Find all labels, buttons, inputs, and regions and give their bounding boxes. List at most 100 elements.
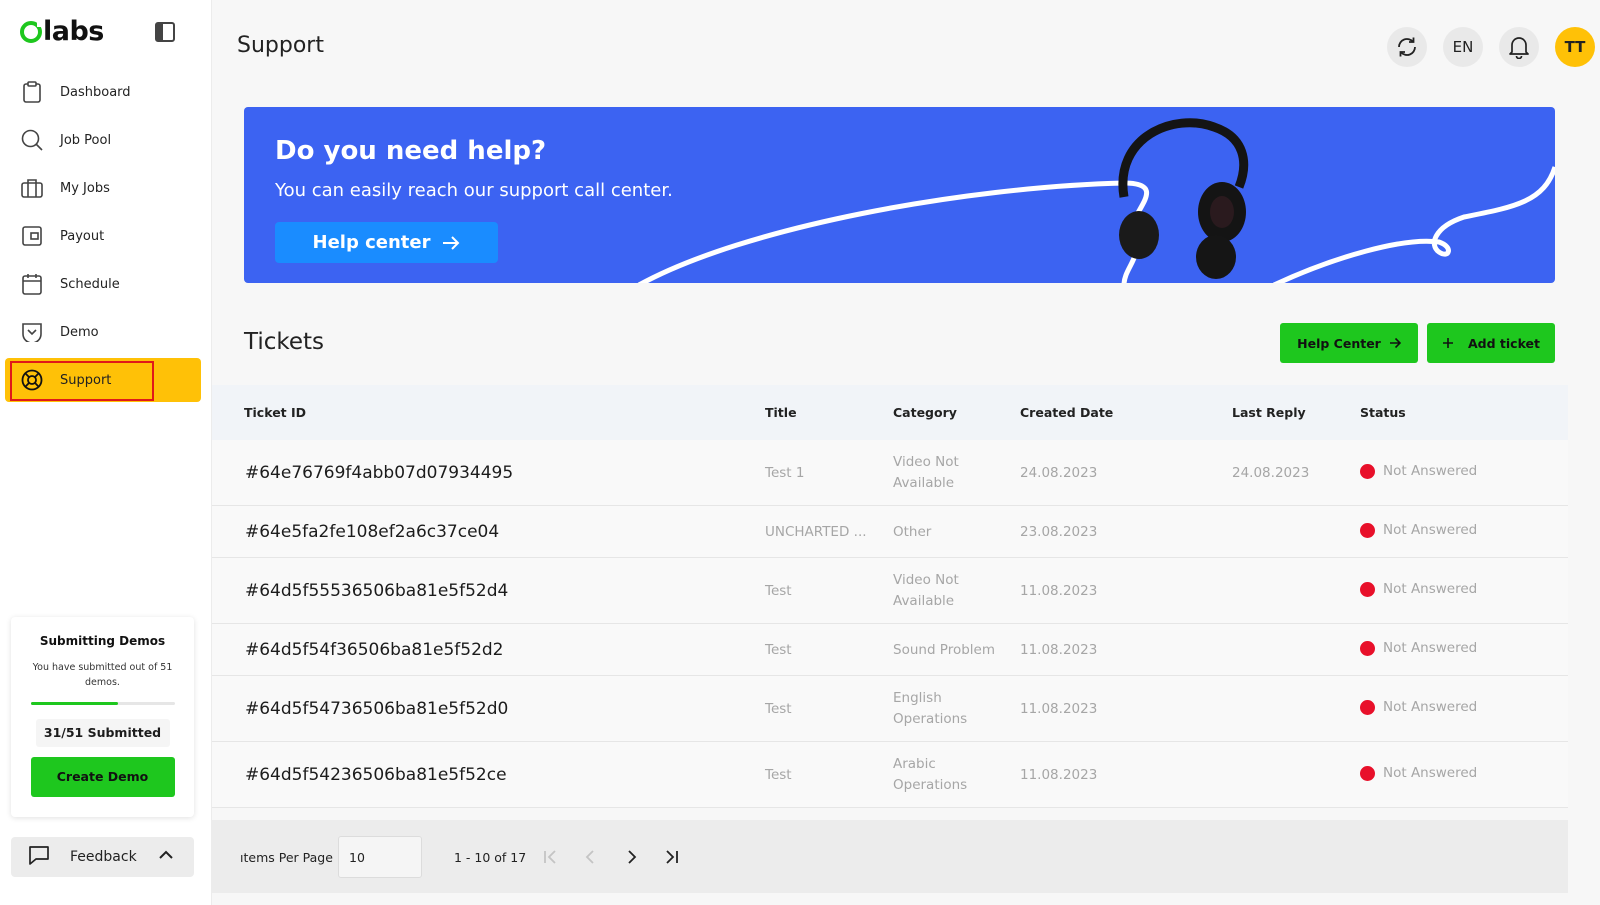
feedback-button[interactable]: Feedback [11, 837, 194, 877]
previous-page-icon[interactable] [580, 846, 602, 868]
ticket-id: #64d5f54f36506ba81e5f52d2 [245, 640, 504, 660]
sidebar-item-label: Job Pool [60, 132, 112, 148]
add-ticket-label: Add ticket [1467, 335, 1541, 351]
status-badge: Not Answered [1360, 640, 1477, 656]
calendar-icon [21, 273, 43, 295]
sidebar-item-label: Schedule [60, 276, 120, 292]
avatar[interactable]: TT [1555, 27, 1595, 67]
ticket-title: Test [765, 700, 792, 717]
chat-icon [28, 845, 50, 869]
support-banner: Do you need help? You can easily reach o… [244, 107, 1555, 283]
status-dot-icon [1360, 463, 1375, 479]
sidebar-item-label: Dashboard [60, 84, 131, 100]
ticket-created-date: 23.08.2023 [1020, 523, 1098, 540]
logo-mark-icon [20, 20, 43, 43]
sidebar-item-dashboard[interactable]: Dashboard [5, 70, 201, 114]
sidebar-item-label: My Jobs [60, 180, 110, 196]
table-row[interactable]: #64d5f54f36506ba81e5f52d2 Test Sound Probl… [212, 624, 1568, 676]
table-row[interactable]: #64e5fa2fe108ef2a6c37ce04 UNCHARTED ... Ot… [212, 506, 1568, 558]
status-badge: Not Answered [1360, 699, 1477, 715]
tickets-title: Tickets [244, 329, 325, 355]
items-per-page-select[interactable]: 10 [338, 836, 422, 878]
sidebar-item-my-jobs[interactable]: My Jobs [5, 166, 201, 210]
sidebar-nav: Dashboard Job Pool My Jobs Payout Schedu… [5, 70, 201, 406]
submitted-count: 31/51 Submitted [35, 719, 170, 747]
items-per-page-label: ıtems Per Page [240, 850, 333, 865]
briefcase-icon [21, 177, 43, 199]
ticket-category: Arabic Operations [893, 754, 967, 796]
status-label: Not Answered [1383, 581, 1478, 597]
column-status[interactable]: Status [1360, 405, 1406, 420]
banner-heading: Do you need help? [275, 136, 547, 166]
arrow-right-icon [443, 235, 460, 250]
chevron-up-icon [158, 849, 174, 865]
status-dot-icon [1360, 581, 1375, 597]
table-row[interactable]: #64d5f54236506ba81e5f52ce Test Arabic Opera… [212, 742, 1568, 808]
demo-progress-bar [30, 702, 175, 705]
brand-logo[interactable]: labs [20, 16, 104, 47]
demo-card-description: You have submitted out of 51 demos. [32, 662, 173, 688]
ticket-category: Sound Problem [893, 640, 995, 661]
brand-name: labs [43, 16, 104, 47]
inbox-icon [21, 321, 43, 343]
table-body: #64e76769f4abb07d07934495 Test 1 Video Not… [212, 440, 1568, 808]
ticket-category-line: Operations [893, 777, 968, 793]
column-last-reply[interactable]: Last Reply [1232, 405, 1306, 420]
wallet-icon [21, 225, 43, 247]
help-center-button[interactable]: Help Center [1280, 323, 1418, 363]
sidebar-toggle-icon[interactable] [155, 22, 175, 42]
refresh-button[interactable] [1387, 27, 1427, 67]
table-row[interactable]: #64d5f55536506ba81e5f52d4 Test Video Not Av… [212, 558, 1568, 624]
clipboard-icon [21, 81, 43, 103]
sidebar-item-schedule[interactable]: Schedule [5, 262, 201, 306]
status-label: Not Answered [1383, 522, 1478, 538]
sidebar-item-payout[interactable]: Payout [5, 214, 201, 258]
ticket-created-date: 11.08.2023 [1020, 582, 1098, 599]
search-icon [21, 129, 43, 151]
status-label: Not Answered [1383, 463, 1478, 479]
arrow-right-icon [1389, 337, 1401, 349]
column-category[interactable]: Category [893, 405, 957, 420]
ticket-title: Test 1 [765, 464, 805, 481]
notifications-button[interactable] [1499, 27, 1539, 67]
sidebar: labs Dashboard Job Pool My Jobs Payout S… [0, 0, 212, 905]
headphones-icon [1118, 118, 1249, 279]
banner-text: You can easily reach our support call ce… [275, 180, 673, 201]
ticket-category-line: Available [893, 475, 955, 491]
banner-help-center-button[interactable]: Help center [275, 222, 498, 263]
sidebar-item-job-pool[interactable]: Job Pool [5, 118, 201, 162]
column-title[interactable]: Title [765, 405, 797, 420]
column-created-date[interactable]: Created Date [1020, 405, 1113, 420]
column-ticket-id[interactable]: Ticket ID [244, 405, 306, 420]
bell-icon [1509, 37, 1529, 59]
add-ticket-button[interactable]: Add ticket [1427, 323, 1555, 363]
table-row[interactable]: #64d5f54736506ba81e5f52d0 Test English Oper… [212, 676, 1568, 742]
last-page-icon[interactable] [660, 846, 682, 868]
refresh-icon [1398, 37, 1416, 57]
sidebar-item-support[interactable]: Support [5, 358, 201, 402]
ticket-category-line: Video Not [893, 454, 959, 470]
help-center-label: Help Center [1297, 335, 1381, 351]
tickets-table: Ticket ID Title Category Created Date La… [212, 385, 1568, 808]
ticket-id: #64d5f54736506ba81e5f52d0 [245, 699, 509, 719]
ticket-id: #64e76769f4abb07d07934495 [245, 463, 514, 483]
page-range: 1 - 10 of 17 [454, 850, 527, 865]
ticket-created-date: 24.08.2023 [1020, 464, 1098, 481]
table-row[interactable]: #64e76769f4abb07d07934495 Test 1 Video Not… [212, 440, 1568, 506]
ticket-category: Other [893, 522, 931, 543]
status-dot-icon [1360, 640, 1375, 656]
sidebar-item-demo[interactable]: Demo [5, 310, 201, 354]
ticket-last-reply: 24.08.2023 [1232, 464, 1310, 481]
ticket-category-line: Video Not [893, 572, 959, 588]
pagination-bar: ıtems Per Page 10 1 - 10 of 17 [212, 820, 1568, 893]
first-page-icon[interactable] [540, 846, 562, 868]
ticket-created-date: 11.08.2023 [1020, 700, 1098, 717]
ticket-category-line: Arabic [893, 756, 936, 772]
ticket-category: English Operations [893, 688, 967, 730]
status-label: Not Answered [1383, 640, 1478, 656]
create-demo-button[interactable]: Create Demo [30, 757, 175, 797]
next-page-icon[interactable] [620, 846, 642, 868]
page-title: Support [237, 33, 324, 58]
banner-help-center-label: Help center [312, 232, 431, 253]
language-selector[interactable]: EN [1443, 27, 1483, 67]
